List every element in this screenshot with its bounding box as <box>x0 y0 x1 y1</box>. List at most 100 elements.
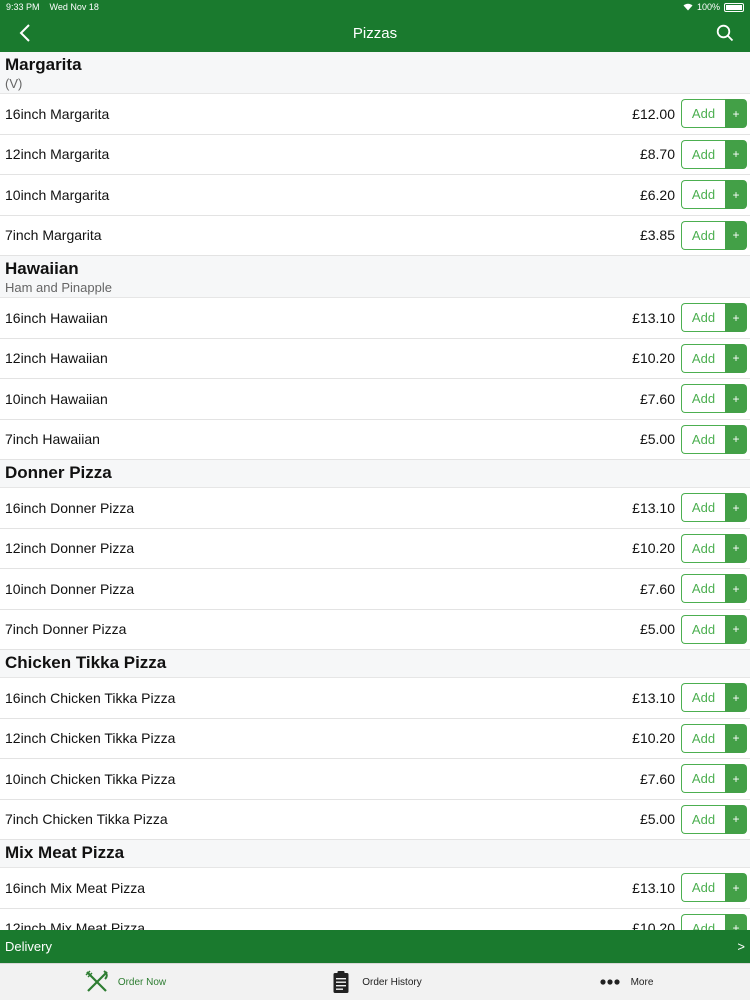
add-label[interactable]: Add <box>681 384 725 414</box>
add-label[interactable]: Add <box>681 683 725 713</box>
menu-item-row: 12inch Margarita £8.70 Add + <box>0 134 750 175</box>
menu-item-row: 10inch Hawaiian £7.60 Add + <box>0 379 750 420</box>
wifi-icon <box>683 3 693 11</box>
item-price: £7.60 <box>639 390 675 407</box>
menu-item-row: 10inch Chicken Tikka Pizza £7.60 Add + <box>0 759 750 800</box>
plus-icon[interactable]: + <box>725 804 747 834</box>
plus-icon[interactable]: + <box>725 913 747 930</box>
add-label[interactable]: Add <box>681 764 725 794</box>
delivery-label: Delivery <box>5 939 52 954</box>
item-price: £10.20 <box>632 730 675 747</box>
plus-icon[interactable]: + <box>725 139 747 169</box>
item-name: 7inch Chicken Tikka Pizza <box>5 811 168 828</box>
menu-item-row: 16inch Donner Pizza £13.10 Add + <box>0 488 750 529</box>
section-header: Mix Meat Pizza <box>0 840 750 868</box>
add-label[interactable]: Add <box>681 614 725 644</box>
item-name: 12inch Hawaiian <box>5 350 108 367</box>
nav-bar: Pizzas <box>0 14 750 52</box>
add-to-order-button[interactable]: Add + <box>681 493 747 523</box>
add-to-order-button[interactable]: Add + <box>681 873 747 903</box>
item-name: 12inch Chicken Tikka Pizza <box>5 730 176 747</box>
add-to-order-button[interactable]: Add + <box>681 180 747 210</box>
plus-icon[interactable]: + <box>725 303 747 333</box>
item-name: 10inch Hawaiian <box>5 390 108 407</box>
fork-knife-icon <box>84 969 110 995</box>
add-label[interactable]: Add <box>681 424 725 454</box>
add-label[interactable]: Add <box>681 343 725 373</box>
menu-item-row: 12inch Chicken Tikka Pizza £10.20 Add + <box>0 718 750 759</box>
add-to-order-button[interactable]: Add + <box>681 913 747 930</box>
search-button[interactable] <box>714 22 736 44</box>
item-price: £5.00 <box>639 431 675 448</box>
add-to-order-button[interactable]: Add + <box>681 683 747 713</box>
plus-icon[interactable]: + <box>725 493 747 523</box>
add-to-order-button[interactable]: Add + <box>681 533 747 563</box>
add-label[interactable]: Add <box>681 533 725 563</box>
add-label[interactable]: Add <box>681 99 725 129</box>
plus-icon[interactable]: + <box>725 99 747 129</box>
item-name: 16inch Donner Pizza <box>5 499 135 516</box>
tab-bar: Order Now Order History More <box>0 963 750 1000</box>
plus-icon[interactable]: + <box>725 574 747 604</box>
tab-order-now[interactable]: Order Now <box>0 969 250 995</box>
plus-icon[interactable]: + <box>725 384 747 414</box>
search-icon <box>716 24 734 42</box>
item-name: 12inch Margarita <box>5 146 110 163</box>
add-to-order-button[interactable]: Add + <box>681 574 747 604</box>
tab-order-history[interactable]: Order History <box>250 969 500 995</box>
item-price: £12.00 <box>632 105 675 122</box>
add-to-order-button[interactable]: Add + <box>681 764 747 794</box>
plus-icon[interactable]: + <box>725 873 747 903</box>
item-name: 10inch Chicken Tikka Pizza <box>5 770 176 787</box>
add-to-order-button[interactable]: Add + <box>681 303 747 333</box>
plus-icon[interactable]: + <box>725 764 747 794</box>
add-to-order-button[interactable]: Add + <box>681 139 747 169</box>
item-name: 16inch Mix Meat Pizza <box>5 879 146 896</box>
section-header: Donner Pizza <box>0 460 750 488</box>
add-label[interactable]: Add <box>681 804 725 834</box>
add-label[interactable]: Add <box>681 220 725 250</box>
add-label[interactable]: Add <box>681 139 725 169</box>
item-name: 7inch Margarita <box>5 227 102 244</box>
plus-icon[interactable]: + <box>725 723 747 753</box>
plus-icon[interactable]: + <box>725 614 747 644</box>
plus-icon[interactable]: + <box>725 683 747 713</box>
item-price: £13.10 <box>632 309 675 326</box>
menu-list[interactable]: Margarita (V) 16inch Margarita £12.00 Add +12… <box>0 52 750 930</box>
tab-more[interactable]: More <box>500 969 750 995</box>
back-button[interactable] <box>14 22 36 44</box>
add-to-order-button[interactable]: Add + <box>681 220 747 250</box>
menu-item-row: 10inch Margarita £6.20 Add + <box>0 175 750 216</box>
item-price: £13.10 <box>632 689 675 706</box>
add-label[interactable]: Add <box>681 180 725 210</box>
section-description: (V) <box>5 76 23 91</box>
item-price: £3.85 <box>639 227 675 244</box>
add-to-order-button[interactable]: Add + <box>681 614 747 644</box>
more-dots-icon <box>597 969 623 995</box>
add-to-order-button[interactable]: Add + <box>681 384 747 414</box>
item-price: £10.20 <box>632 350 675 367</box>
add-to-order-button[interactable]: Add + <box>681 723 747 753</box>
delivery-bar[interactable]: Delivery > <box>0 930 750 963</box>
add-label[interactable]: Add <box>681 493 725 523</box>
add-to-order-button[interactable]: Add + <box>681 99 747 129</box>
plus-icon[interactable]: + <box>725 180 747 210</box>
add-label[interactable]: Add <box>681 303 725 333</box>
plus-icon[interactable]: + <box>725 533 747 563</box>
add-label[interactable]: Add <box>681 873 725 903</box>
section-header: Hawaiian Ham and Pinapple <box>0 256 750 298</box>
add-label[interactable]: Add <box>681 574 725 604</box>
plus-icon[interactable]: + <box>725 424 747 454</box>
section-title: Chicken Tikka Pizza <box>5 653 167 672</box>
plus-icon[interactable]: + <box>725 220 747 250</box>
page-title: Pizzas <box>352 24 398 42</box>
add-label[interactable]: Add <box>681 913 725 930</box>
plus-icon[interactable]: + <box>725 343 747 373</box>
add-to-order-button[interactable]: Add + <box>681 424 747 454</box>
menu-item-row: 16inch Mix Meat Pizza £13.10 Add + <box>0 868 750 909</box>
add-to-order-button[interactable]: Add + <box>681 343 747 373</box>
add-to-order-button[interactable]: Add + <box>681 804 747 834</box>
item-name: 16inch Chicken Tikka Pizza <box>5 689 176 706</box>
add-label[interactable]: Add <box>681 723 725 753</box>
menu-item-row: 12inch Donner Pizza £10.20 Add + <box>0 528 750 569</box>
